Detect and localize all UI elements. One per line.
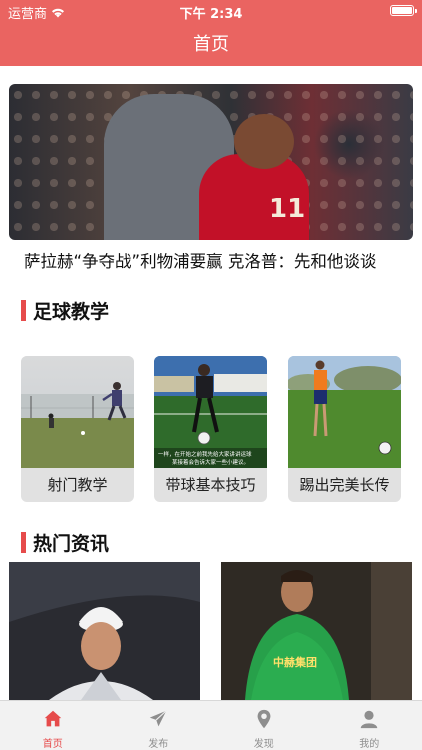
- hero-banner-image[interactable]: 11: [9, 84, 413, 240]
- news-card-player[interactable]: 中赫集团: [221, 562, 412, 700]
- section-title-news: 热门资讯: [21, 529, 109, 556]
- tutorial-thumbnail: [21, 356, 134, 468]
- tutorial-card-shooting[interactable]: 射门教学: [21, 356, 134, 502]
- section-title-text: 热门资讯: [33, 533, 110, 555]
- tab-home[interactable]: 首页: [0, 701, 106, 750]
- navigation-header: 运营商 下午 2:34 首页: [0, 0, 422, 66]
- hero-headline[interactable]: 萨拉赫“争夺战”利物浦要赢 克洛普：先和他谈谈: [24, 248, 376, 272]
- tab-label: 发现: [253, 739, 274, 750]
- news-card-coach[interactable]: [9, 562, 200, 700]
- tutorial-thumbnail: 一样，在开始之前我先给大家讲讲运球 某接着会告诉大家一些小建议。: [154, 356, 267, 468]
- tutorial-label: 踢出完美长传: [299, 476, 390, 494]
- tutorial-card-list: 射门教学 一样，在开始之前我先给大家讲讲运球 某接着会告诉大家一些小建议。 带球…: [21, 356, 401, 502]
- location-pin-icon: [257, 709, 271, 729]
- tutorial-label: 射门教学: [47, 476, 108, 494]
- svg-text:一样，在开始之前我先给大家讲讲运球: 一样，在开始之前我先给大家讲讲运球: [158, 450, 252, 458]
- tutorial-label: 带球基本技巧: [165, 476, 256, 494]
- status-bar: 运营商 下午 2:34: [0, 0, 422, 22]
- tutorial-card-long-pass[interactable]: 踢出完美长传: [288, 356, 401, 502]
- tutorial-card-dribbling[interactable]: 一样，在开始之前我先给大家讲讲运球 某接着会告诉大家一些小建议。 带球基本技巧: [154, 356, 267, 502]
- tab-label: 我的: [359, 739, 380, 750]
- long-pass-scene-illustration: [288, 356, 401, 468]
- send-icon: [150, 710, 167, 727]
- coach-portrait-image: [9, 562, 200, 700]
- section-marker: [21, 532, 26, 553]
- sponsor-text: 中赫集团: [273, 655, 317, 669]
- battery-icon: [390, 5, 417, 16]
- player-portrait-image: 中赫集团: [221, 562, 412, 700]
- tab-label: 发布: [148, 739, 169, 750]
- svg-text:某接着会告诉大家一些小建议。: 某接着会告诉大家一些小建议。: [172, 458, 249, 466]
- home-icon: [44, 710, 61, 727]
- page-title: 首页: [193, 34, 229, 55]
- bottom-tab-bar: 首页 发布 发现 我的: [0, 700, 422, 750]
- shooting-scene-illustration: [21, 382, 134, 468]
- tab-label: 首页: [42, 739, 63, 750]
- jersey-number: 11: [269, 194, 306, 224]
- section-title-tutorials: 足球教学: [21, 297, 109, 324]
- dribbling-scene-illustration: 一样，在开始之前我先给大家讲讲运球 某接着会告诉大家一些小建议。: [154, 356, 267, 468]
- tab-publish[interactable]: 发布: [106, 701, 212, 750]
- section-marker: [21, 300, 26, 321]
- person-icon: [361, 710, 378, 729]
- section-title-text: 足球教学: [33, 301, 110, 323]
- tutorial-thumbnail: [288, 356, 401, 468]
- tab-discover[interactable]: 发现: [211, 701, 317, 750]
- status-time: 下午 2:34: [179, 7, 243, 22]
- tab-me[interactable]: 我的: [317, 701, 422, 750]
